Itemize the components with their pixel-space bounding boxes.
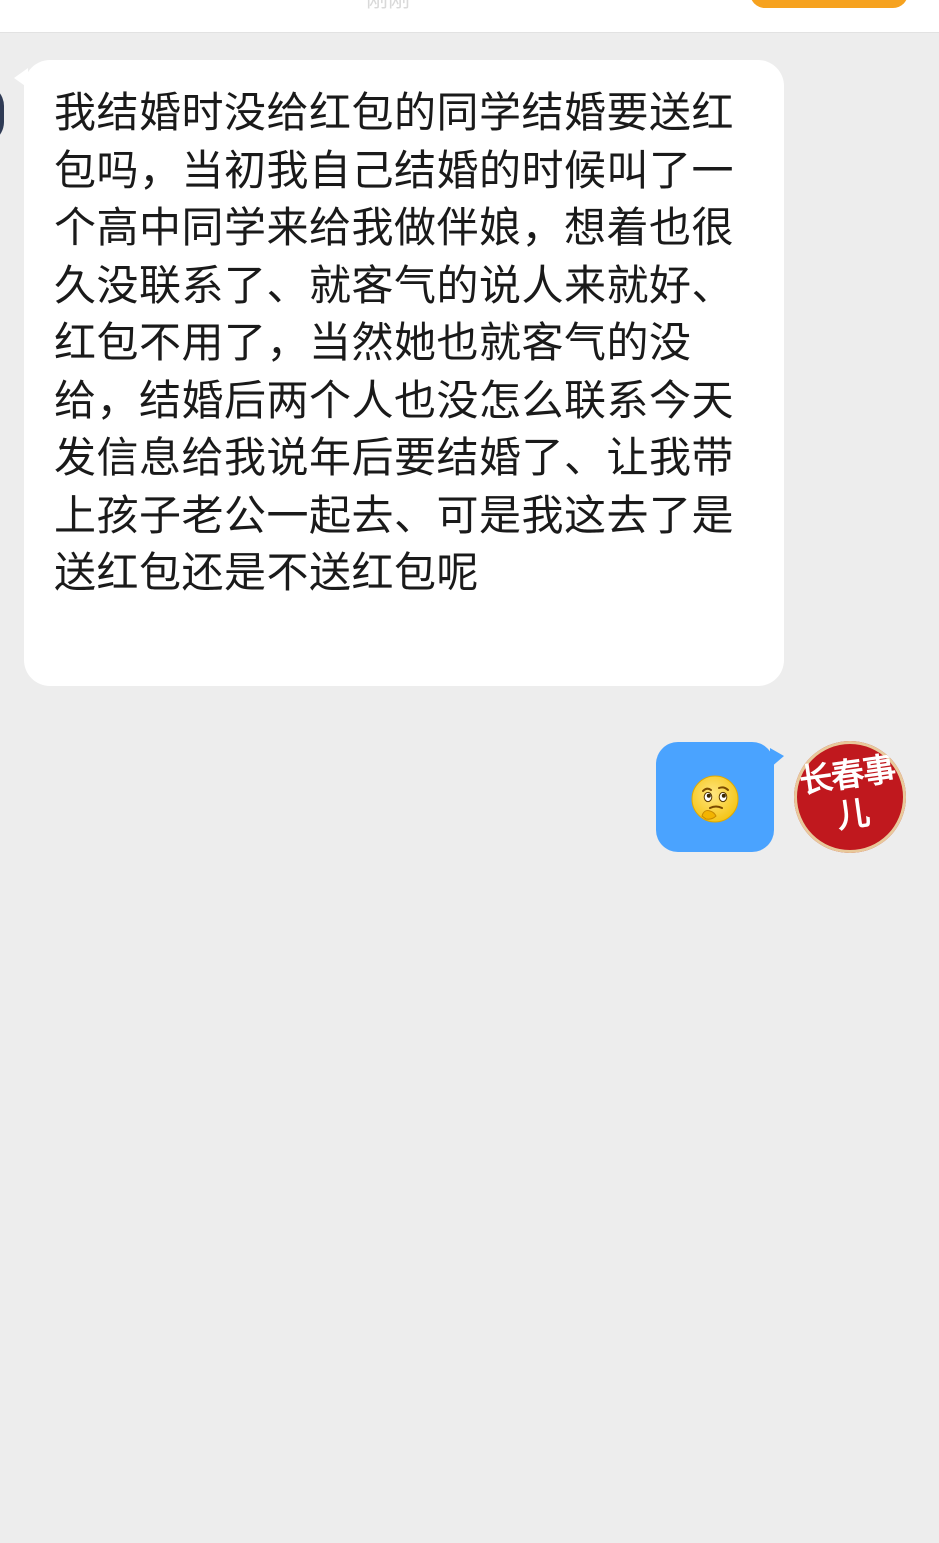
bubble-tail: [14, 68, 28, 88]
avatar-logo: 长春事儿: [796, 748, 898, 836]
thinking-face-icon: [691, 775, 739, 823]
message-bubble-outgoing[interactable]: [656, 742, 784, 852]
top-bar: 刚刚: [0, 0, 939, 33]
sender-avatar[interactable]: [0, 84, 4, 144]
my-avatar[interactable]: 长春事儿: [794, 741, 906, 853]
bubble-tail: [770, 748, 784, 768]
message-text: 我结婚时没给红包的同学结婚要送红包吗，当初我自己结婚的时候叫了一个高中同学来给我…: [54, 88, 735, 597]
header-action-button[interactable]: [750, 0, 908, 8]
timestamp: 刚刚: [366, 0, 411, 13]
message-bubble-incoming[interactable]: 我结婚时没给红包的同学结婚要送红包吗，当初我自己结婚的时候叫了一个高中同学来给我…: [14, 60, 784, 686]
